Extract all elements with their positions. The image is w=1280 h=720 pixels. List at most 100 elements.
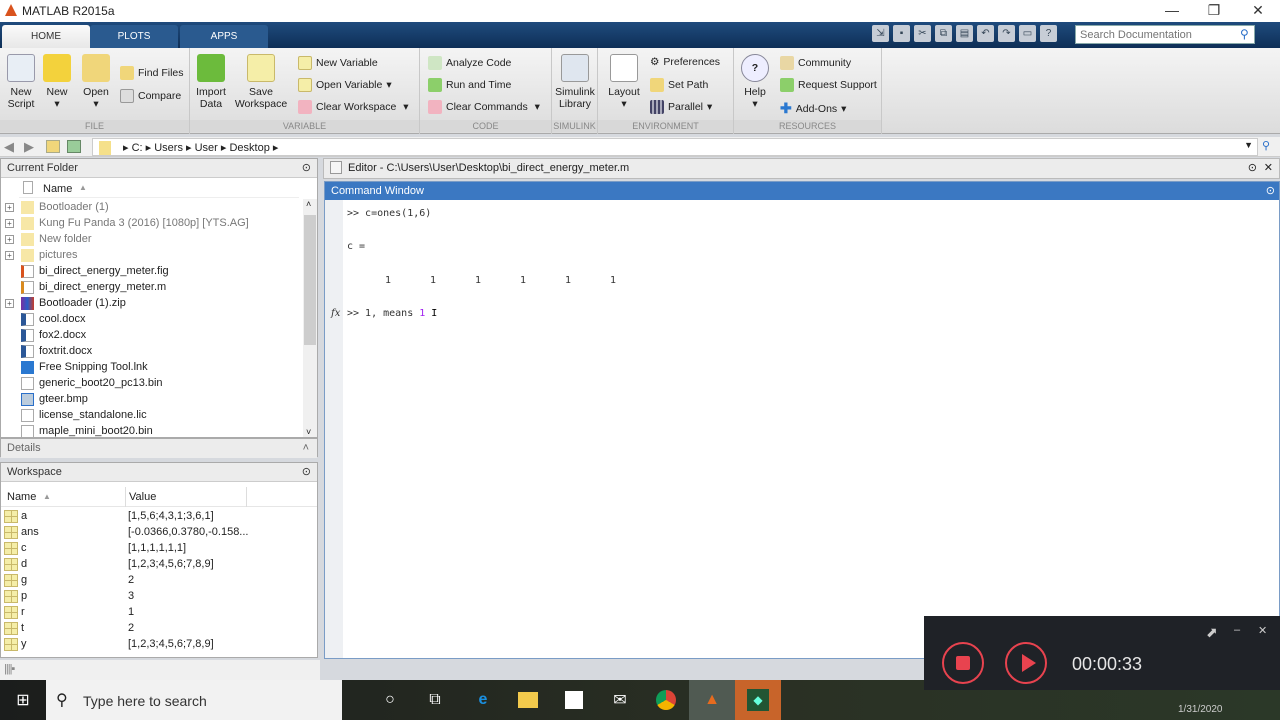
cut-icon[interactable]: ✂ <box>914 25 931 42</box>
folder-item[interactable]: + pictures <box>1 247 301 263</box>
simulink-library-button[interactable]: Simulink Library <box>554 54 596 110</box>
start-button[interactable]: ⊞ <box>0 680 46 720</box>
name-column-header[interactable]: Name ▲ <box>19 181 299 198</box>
expand-icon[interactable]: + <box>5 219 14 228</box>
edge-icon[interactable]: e <box>460 680 506 720</box>
play-button[interactable] <box>1005 642 1047 684</box>
expand-icon[interactable]: + <box>5 251 14 260</box>
workspace-variable-row[interactable]: a [1,5,6;4,3,1;3,6,1] <box>1 508 317 524</box>
folder-item[interactable]: + Bootloader (1) <box>1 199 301 215</box>
close-editor-icon[interactable]: ✕ <box>1264 161 1273 174</box>
file-explorer-icon[interactable] <box>505 680 551 720</box>
workspace-variable-row[interactable]: y [1,2,3;4,5,6;7,8,9] <box>1 636 317 652</box>
folder-item[interactable]: gteer.bmp <box>1 391 301 407</box>
save-icon[interactable]: ▪ <box>893 25 910 42</box>
workspace-variable-row[interactable]: r1 <box>1 604 317 620</box>
layout-button[interactable]: Layout ▾ <box>604 54 644 110</box>
status-grip-icon[interactable]: ||||▪ <box>4 663 15 675</box>
store-icon[interactable] <box>551 680 597 720</box>
function-browser-icon[interactable]: fx <box>331 308 340 319</box>
community-button[interactable]: Community <box>780 56 851 70</box>
folder-item[interactable]: + Bootloader (1).zip <box>1 295 301 311</box>
folder-item[interactable]: Free Snipping Tool.lnk <box>1 359 301 375</box>
value-column-header[interactable]: Value <box>129 491 156 503</box>
taskbar-search[interactable]: ⚲ Type here to search <box>46 680 342 720</box>
breadcrumb-c[interactable]: C: <box>132 142 143 154</box>
close-icon[interactable]: ✕ <box>1258 624 1267 637</box>
search-folder-icon[interactable]: ⚲ <box>1262 139 1270 152</box>
task-view-icon[interactable]: ⧉ <box>412 680 458 720</box>
details-panel[interactable]: Details ˄ <box>0 438 318 458</box>
new-button[interactable]: New ▾ <box>42 54 72 110</box>
folder-item[interactable]: cool.docx <box>1 311 301 327</box>
mail-icon[interactable]: ✉ <box>597 680 643 720</box>
workspace-variable-row[interactable]: g2 <box>1 572 317 588</box>
back-icon[interactable]: ◀ <box>4 139 14 155</box>
new-variable-button[interactable]: New Variable <box>298 56 378 70</box>
panel-menu-icon[interactable]: ⊙ <box>302 463 311 482</box>
breadcrumb-desktop[interactable]: Desktop <box>229 142 269 154</box>
folder-item[interactable]: generic_boot20_pc13.bin <box>1 375 301 391</box>
workspace-variable-row[interactable]: t2 <box>1 620 317 636</box>
folder-item[interactable]: fox2.docx <box>1 327 301 343</box>
open-button[interactable]: Open ▾ <box>80 54 112 110</box>
undo-icon[interactable]: ↶ <box>977 25 994 42</box>
help-icon[interactable]: ? <box>1040 25 1057 42</box>
new-script-button[interactable]: New Script <box>4 54 38 110</box>
folder-scrollbar[interactable]: ˄ ˅ <box>303 199 317 437</box>
panel-menu-icon[interactable]: ⊙ <box>1248 161 1257 174</box>
compare-button[interactable]: Compare <box>120 89 181 103</box>
expand-icon[interactable]: ⬈ <box>1206 624 1218 641</box>
path-field[interactable]: ▸ C: ▸ Users ▸ User ▸ Desktop ▸ ▼ <box>92 138 1258 156</box>
tab-plots[interactable]: PLOTS <box>90 25 178 48</box>
run-and-time-button[interactable]: Run and Time <box>428 78 511 92</box>
workspace-variable-row[interactable]: ans [-0.0366,0.3780,-0.158... <box>1 524 317 540</box>
expand-icon[interactable]: + <box>5 203 14 212</box>
breadcrumb-users[interactable]: Users <box>154 142 183 154</box>
search-icon[interactable]: ⚲ <box>1240 27 1249 41</box>
import-data-button[interactable]: Import Data <box>194 54 228 110</box>
chrome-icon[interactable] <box>643 680 689 720</box>
close-button[interactable]: ✕ <box>1238 2 1278 19</box>
set-path-button[interactable]: Set Path <box>650 78 708 92</box>
add-ons-button[interactable]: ✚ Add-Ons ▾ <box>780 100 846 117</box>
analyze-code-button[interactable]: Analyze Code <box>428 56 511 70</box>
folder-item[interactable]: foxtrit.docx <box>1 343 301 359</box>
clear-workspace-button[interactable]: Clear Workspace ▾ <box>298 100 409 114</box>
command-window[interactable]: Command Window ⊙ >> c=ones(1,6) c = 1 1 1 1 1… <box>324 181 1280 659</box>
expand-icon[interactable]: + <box>5 235 14 244</box>
panel-menu-icon[interactable]: ⊙ <box>302 159 311 178</box>
scroll-up-icon[interactable]: ˄ <box>306 199 311 209</box>
workspace-variable-row[interactable]: p3 <box>1 588 317 604</box>
paste-icon[interactable]: ▤ <box>956 25 973 42</box>
scrollbar-thumb[interactable] <box>304 215 316 345</box>
folder-item[interactable]: bi_direct_energy_meter.m <box>1 279 301 295</box>
folder-item[interactable]: maple_mini_boot20.bin <box>1 423 301 437</box>
browse-folder-icon[interactable] <box>67 140 81 153</box>
folder-item[interactable]: + New folder <box>1 231 301 247</box>
switch-windows-icon[interactable]: ▭ <box>1019 25 1036 42</box>
editor-bar[interactable]: Editor - C:\Users\User\Desktop\bi_direct… <box>323 158 1280 179</box>
filmora-taskbar-icon[interactable]: ◆ <box>735 680 781 720</box>
save-workspace-button[interactable]: Save Workspace <box>232 54 290 110</box>
path-dropdown-icon[interactable]: ▼ <box>1244 140 1253 150</box>
cortana-icon[interactable]: ○ <box>367 680 413 720</box>
tab-apps[interactable]: APPS <box>180 25 268 48</box>
restore-button[interactable]: ❐ <box>1194 2 1234 19</box>
up-folder-icon[interactable] <box>46 140 60 153</box>
folder-item[interactable]: bi_direct_energy_meter.fig <box>1 263 301 279</box>
help-button[interactable]: ? Help ▾ <box>740 54 770 110</box>
preferences-button[interactable]: ⚙ Preferences <box>650 56 720 68</box>
matlab-taskbar-icon[interactable]: ▲ <box>689 680 735 720</box>
workspace-variable-row[interactable]: c [1,1,1,1,1,1] <box>1 540 317 556</box>
search-documentation-input[interactable] <box>1075 25 1255 44</box>
tab-home[interactable]: HOME <box>2 25 90 48</box>
panel-menu-icon[interactable]: ⊙ <box>1266 182 1275 200</box>
clear-commands-button[interactable]: Clear Commands ▾ <box>428 100 540 114</box>
minimize-icon[interactable]: – <box>1234 624 1240 636</box>
expand-icon[interactable]: + <box>5 299 14 308</box>
stop-record-button[interactable] <box>942 642 984 684</box>
request-support-button[interactable]: Request Support <box>780 78 877 92</box>
copy-icon[interactable]: ⧉ <box>935 25 952 42</box>
scroll-down-icon[interactable]: ˅ <box>306 427 311 437</box>
